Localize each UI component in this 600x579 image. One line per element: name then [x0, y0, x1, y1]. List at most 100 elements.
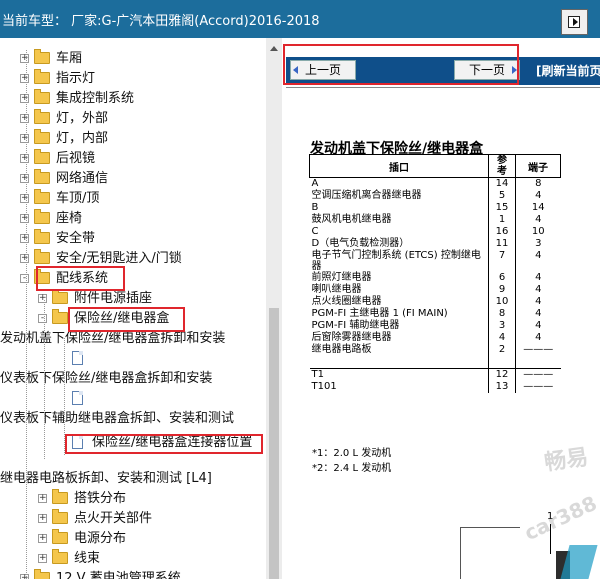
tree-item[interactable]: + 线束	[0, 549, 266, 568]
tree-item[interactable]: 发动机盖下保险丝/继电器盒拆卸和安装	[0, 330, 266, 348]
cell-name: T1	[311, 368, 324, 380]
expand-icon[interactable]: +	[20, 154, 29, 163]
cell-term: 10	[515, 226, 561, 238]
expand-icon[interactable]: +	[20, 94, 29, 103]
cell-term: 4	[515, 332, 561, 344]
tree-connector	[44, 300, 45, 460]
tree-item-label: 发动机盖下保险丝/继电器盒拆卸和安装	[0, 331, 226, 346]
expand-icon[interactable]: +	[20, 174, 29, 183]
tree-item[interactable]: + 搭铁分布	[0, 489, 266, 508]
col-header-ref: 参考	[488, 154, 516, 178]
tree-item[interactable]: + 车厢	[0, 49, 266, 68]
document-icon[interactable]	[72, 351, 83, 365]
expand-icon[interactable]: +	[38, 554, 47, 563]
tree-item-label: 网络通信	[56, 171, 109, 186]
tree-connector	[26, 50, 27, 579]
expand-icon[interactable]: +	[20, 54, 29, 63]
watermark-text: 畅易	[542, 445, 590, 476]
cell-ref: 5	[488, 190, 516, 202]
folder-icon	[34, 229, 50, 244]
diagram-edge	[460, 527, 461, 579]
expand-icon[interactable]: +	[20, 574, 29, 579]
tree-item[interactable]: 仪表板下辅助继电器盒拆卸、安装和测试	[0, 410, 266, 428]
tree-item-label: 灯，内部	[56, 131, 109, 146]
highlight-fuse-box	[68, 307, 185, 332]
scroll-up-icon[interactable]	[270, 46, 278, 51]
tree-item[interactable]: + 座椅	[0, 209, 266, 228]
expand-icon[interactable]: +	[20, 114, 29, 123]
cell-name: 电子节气门控制系统 (ETCS) 控制继电器	[311, 250, 481, 272]
collapse-icon[interactable]: -	[20, 274, 29, 283]
folder-icon	[34, 129, 50, 144]
tree-item[interactable]: + 附件电源插座	[0, 289, 266, 308]
expand-icon[interactable]: +	[20, 254, 29, 263]
tree-item[interactable]: + 车顶/顶	[0, 189, 266, 208]
highlight-nav	[283, 44, 519, 85]
tree-item[interactable]: + 网络通信	[0, 169, 266, 188]
table-row: PGM-FI 辅助继电器 3 4	[310, 320, 561, 332]
folder-icon	[34, 169, 50, 184]
folder-icon	[34, 109, 50, 124]
tree-item[interactable]: + 集成控制系统	[0, 89, 266, 108]
tree-item-label: 后视镜	[56, 151, 96, 166]
folder-icon	[34, 49, 50, 64]
expand-icon[interactable]: +	[38, 514, 47, 523]
vehicle-title: 当前车型： 厂家:G-广汽本田雅阁(Accord)2016-2018	[2, 14, 320, 29]
expand-icon[interactable]: +	[20, 234, 29, 243]
cell-name: 前照灯继电器	[311, 272, 372, 283]
tree-item-label: 车顶/顶	[56, 191, 100, 206]
cell-ref: 12	[488, 368, 516, 381]
tree-item[interactable]: + 电源分布	[0, 529, 266, 548]
folder-icon	[34, 149, 50, 164]
tree-item[interactable]: + 安全带	[0, 229, 266, 248]
tree-item[interactable]: +12 V 蓄电池管理系统	[0, 569, 266, 579]
cell-term: 4	[515, 308, 561, 320]
folder-icon	[52, 309, 68, 324]
expand-icon[interactable]: +	[38, 294, 47, 303]
fuse-table-body: A 14 8 空调压缩机离合器继电器 5 4 B 15 14 鼓风机电机继电器 1 4 C 16 10 D（电…	[309, 177, 561, 393]
tree-item-label: 附件电源插座	[74, 291, 153, 306]
folder-icon	[52, 509, 68, 524]
cell-ref: 3	[488, 320, 516, 332]
tree-item[interactable]: 继电器电路板拆卸、安装和测试 [L4]	[0, 470, 266, 488]
tree-item-label: 指示灯	[56, 71, 96, 86]
cell-name: PGM-FI 辅助继电器	[311, 320, 400, 331]
cell-name: 点火线圈继电器	[311, 296, 382, 307]
folder-icon	[34, 189, 50, 204]
refresh-page-link[interactable]: [刷新当前页	[536, 62, 600, 79]
tree-item-label: 12 V 蓄电池管理系统	[56, 571, 181, 579]
folder-icon	[34, 89, 50, 104]
tree-item[interactable]: + 灯，内部	[0, 129, 266, 148]
collapse-icon[interactable]: -	[38, 314, 47, 323]
expand-icon[interactable]: +	[20, 194, 29, 203]
tree-item-label: 集成控制系统	[56, 91, 135, 106]
col-header-socket: 插口	[309, 154, 489, 178]
divider	[286, 87, 600, 88]
cell-name: D（电气负载检测器）	[311, 238, 410, 249]
table-row: 后窗除雾器继电器 4 4	[310, 332, 561, 344]
title-bar: 当前车型： 厂家:G-广汽本田雅阁(Accord)2016-2018	[0, 0, 600, 38]
cell-term: 3	[515, 238, 561, 250]
scrollbar-thumb[interactable]	[269, 308, 279, 579]
cell-term: 4	[515, 284, 561, 296]
tree-scrollbar[interactable]	[266, 38, 282, 579]
tree-item[interactable]: + 灯，外部	[0, 109, 266, 128]
folder-icon	[34, 569, 50, 579]
expand-icon[interactable]: +	[38, 534, 47, 543]
table-row: B 15 14	[310, 202, 561, 214]
cell-name: 后窗除雾器继电器	[311, 332, 392, 343]
folder-icon	[52, 489, 68, 504]
expand-icon[interactable]: +	[20, 134, 29, 143]
tree-item[interactable]: + 指示灯	[0, 69, 266, 88]
cell-term: 4	[515, 190, 561, 202]
tree-item[interactable]: + 后视镜	[0, 149, 266, 168]
expand-icon[interactable]: +	[20, 214, 29, 223]
cell-term: 4	[515, 296, 561, 308]
tree-item[interactable]: 仪表板下保险丝/继电器盒拆卸和安装	[0, 370, 266, 388]
tree-item-label: 仪表板下保险丝/继电器盒拆卸和安装	[0, 371, 213, 386]
document-icon[interactable]	[72, 391, 83, 405]
expand-icon[interactable]: +	[38, 494, 47, 503]
toggle-pane-button[interactable]	[561, 9, 588, 35]
expand-icon[interactable]: +	[20, 74, 29, 83]
tree-item[interactable]: + 点火开关部件	[0, 509, 266, 528]
